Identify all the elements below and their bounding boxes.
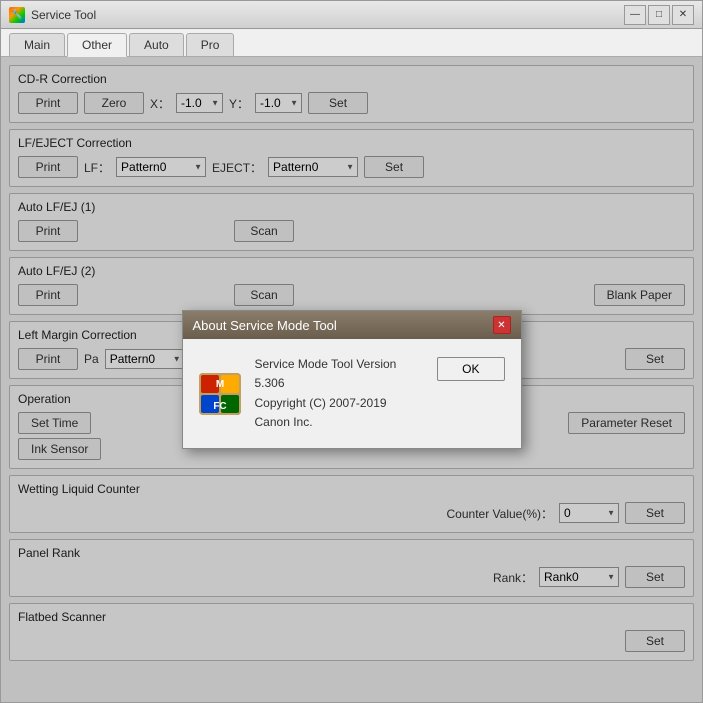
tab-other[interactable]: Other [67,33,127,57]
main-window: 🔧 Service Tool — □ ✕ Main Other Auto Pro… [0,0,703,703]
tab-auto[interactable]: Auto [129,33,184,56]
tab-bar: Main Other Auto Pro [1,29,702,57]
modal-body: M FC Service Mode Tool Version 5.306 Cop… [183,339,521,448]
about-dialog: About Service Mode Tool ✕ M [182,310,522,449]
tab-pro[interactable]: Pro [186,33,235,56]
svg-text:FC: FC [213,401,226,412]
minimize-button[interactable]: — [624,5,646,25]
tab-main[interactable]: Main [9,33,65,56]
svg-text:M: M [215,379,223,390]
close-button[interactable]: ✕ [672,5,694,25]
modal-text-block: Service Mode Tool Version 5.306 Copyrigh… [255,355,424,432]
content-area: CD-R Correction Print Zero X： -1.00.01.0… [1,57,702,702]
modal-app-icon: M FC [199,373,241,415]
modal-close-button[interactable]: ✕ [493,316,511,334]
modal-overlay: About Service Mode Tool ✕ M [1,57,702,702]
modal-title-bar: About Service Mode Tool ✕ [183,311,521,339]
modal-copyright: Copyright (C) 2007-2019 Canon Inc. [255,394,424,432]
title-bar: 🔧 Service Tool — □ ✕ [1,1,702,29]
title-bar-buttons: — □ ✕ [624,5,694,25]
window-title: Service Tool [31,8,96,22]
modal-ok-button[interactable]: OK [437,357,504,381]
modal-app-name: Service Mode Tool Version 5.306 [255,355,424,393]
app-icon: 🔧 [9,7,25,23]
maximize-button[interactable]: □ [648,5,670,25]
title-bar-left: 🔧 Service Tool [9,7,96,23]
modal-title-text: About Service Mode Tool [193,318,337,333]
